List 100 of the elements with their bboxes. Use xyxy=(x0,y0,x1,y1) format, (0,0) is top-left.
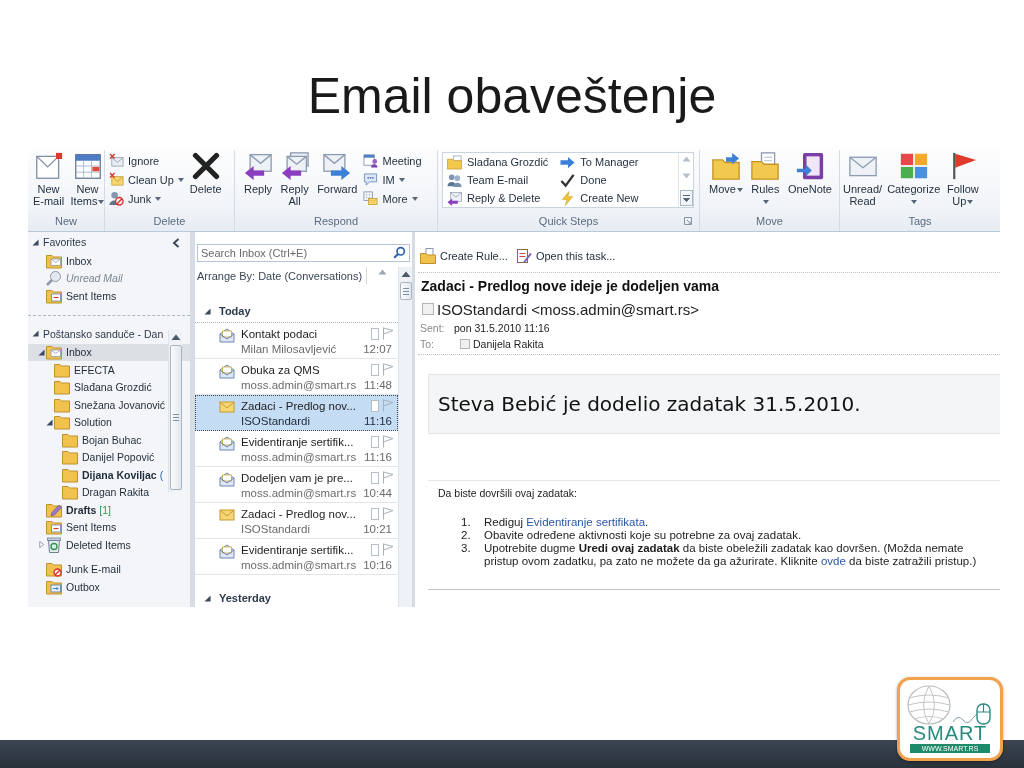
group-header[interactable]: Yesterday xyxy=(195,587,398,607)
new-email-button[interactable]: New E-mail xyxy=(29,150,68,208)
folder-envelope-icon xyxy=(46,252,62,269)
junk-button[interactable]: Junk xyxy=(106,189,187,208)
expand-gallery-icon[interactable] xyxy=(679,190,693,206)
flag-icon[interactable] xyxy=(382,435,394,448)
person-block-icon xyxy=(109,191,124,206)
folder-item[interactable]: Sent Items xyxy=(28,518,190,536)
expand-arrow-icon[interactable] xyxy=(204,307,211,315)
category-box-icon[interactable] xyxy=(371,507,379,520)
move-button[interactable]: Move xyxy=(707,150,745,208)
message-item[interactable]: Evidentiranje sertifik... moss.admin@smart.rs 10:16 xyxy=(195,539,398,575)
section-header[interactable]: Favorites xyxy=(28,232,190,252)
meeting-button[interactable]: Meeting xyxy=(360,151,425,170)
categorize-button[interactable]: Categorize xyxy=(885,150,943,208)
expand-arrow-icon[interactable] xyxy=(204,594,211,602)
quick-step-button[interactable]: Create New xyxy=(558,189,641,207)
message-item[interactable]: Dodeljen vam je pre... moss.admin@smart.rs 10:44 xyxy=(195,467,398,503)
quick-step-button[interactable]: Slađana Grozdić xyxy=(445,153,551,171)
message-subject: Obuka za QMS xyxy=(241,363,321,376)
folder-item[interactable]: Unread Mail xyxy=(28,269,190,287)
forward-button[interactable]: Forward xyxy=(315,150,360,208)
flag-icon[interactable] xyxy=(382,543,394,556)
scrollbar[interactable] xyxy=(168,330,182,492)
scroll-thumb[interactable] xyxy=(169,345,182,490)
folder-icon xyxy=(62,484,78,501)
open-task-button[interactable]: Open this task... xyxy=(515,248,616,264)
folder-item[interactable]: Slađana Grozdić xyxy=(28,378,190,396)
folder-item[interactable]: Danijel Popović xyxy=(28,448,190,466)
folder-item[interactable]: Solution xyxy=(28,413,190,431)
unread-read-button[interactable]: Unread/ Read xyxy=(841,150,885,208)
mouse-icon xyxy=(952,702,992,726)
dialog-launcher-icon[interactable] xyxy=(684,217,692,225)
follow-up-button[interactable]: Follow Up xyxy=(943,150,983,208)
envelope-x-icon xyxy=(109,172,124,187)
task-link[interactable]: ovde xyxy=(820,555,846,567)
status-square-icon xyxy=(460,339,470,349)
search-icon[interactable] xyxy=(393,246,406,259)
quick-step-button[interactable]: Team E-mail xyxy=(445,171,551,189)
message-time: 10:16 xyxy=(363,558,393,571)
category-box-icon[interactable] xyxy=(371,471,379,484)
clean-up-button[interactable]: Clean Up xyxy=(106,170,187,189)
folder-item[interactable]: Deleted Items xyxy=(28,536,190,554)
section-header[interactable]: Poštansko sanduče - Dan xyxy=(28,323,190,344)
quick-step-button[interactable]: Reply & Delete xyxy=(445,189,551,207)
collapse-chevron-icon[interactable] xyxy=(172,238,180,248)
category-box-icon[interactable] xyxy=(371,327,379,340)
quick-step-button[interactable]: Done xyxy=(558,171,641,189)
folder-item[interactable]: Sent Items xyxy=(28,287,190,305)
folder-item[interactable]: Inbox xyxy=(28,252,190,270)
flag-icon[interactable] xyxy=(382,363,394,376)
more-button[interactable]: More xyxy=(360,189,425,208)
message-time: 11:16 xyxy=(364,414,393,427)
envelope-icon xyxy=(219,507,235,523)
expand-arrow-icon[interactable] xyxy=(32,330,39,337)
sort-arrow-icon[interactable] xyxy=(378,269,388,275)
create-rule-button[interactable]: Create Rule... xyxy=(420,248,508,264)
flag-icon[interactable] xyxy=(382,471,394,484)
reply-all-button[interactable]: Reply All xyxy=(275,150,315,208)
message-item[interactable]: Evidentiranje sertifik... moss.admin@smart.rs 11:16 xyxy=(195,431,398,467)
category-box-icon[interactable] xyxy=(371,435,379,448)
expand-arrow-icon[interactable] xyxy=(38,348,45,356)
onenote-button[interactable]: OneNote xyxy=(785,150,834,208)
ignore-button[interactable]: Ignore xyxy=(106,151,187,170)
message-sender: moss.admin@smart.rs xyxy=(241,486,358,499)
expand-arrow-icon[interactable] xyxy=(46,418,53,426)
scroll-down-arrow-icon[interactable] xyxy=(681,173,691,179)
folder-item[interactable]: Junk E-mail xyxy=(28,560,190,578)
scroll-thumb[interactable] xyxy=(399,282,412,300)
new-items-button[interactable]: New Items xyxy=(68,150,107,208)
category-box-icon[interactable] xyxy=(371,399,379,412)
folder-item[interactable]: Outbox xyxy=(28,578,190,596)
flag-icon[interactable] xyxy=(382,507,394,520)
folder-item[interactable]: Dijana Koviljac ( xyxy=(28,466,190,484)
flag-icon[interactable] xyxy=(382,399,394,412)
rules-button[interactable]: Rules xyxy=(745,150,785,208)
delete-button[interactable]: Delete xyxy=(187,150,224,208)
category-box-icon[interactable] xyxy=(371,543,379,556)
category-box-icon[interactable] xyxy=(371,363,379,376)
folder-item[interactable]: Inbox xyxy=(28,343,190,361)
message-item[interactable]: Zadaci - Predlog nov... ISOStandardi 11:16 xyxy=(195,395,398,431)
im-button[interactable]: IM xyxy=(360,170,425,189)
expand-arrow-icon[interactable] xyxy=(32,238,39,246)
message-item[interactable]: Zadaci - Predlog nov... ISOStandardi 10:21 xyxy=(195,503,398,539)
quick-step-button[interactable]: To Manager xyxy=(558,153,641,171)
folder-arrow-icon xyxy=(711,152,740,180)
message-item[interactable]: Kontakt podaci Milan Milosavljević 12:07 xyxy=(195,323,398,359)
folder-item[interactable]: Drafts [1] xyxy=(28,501,190,519)
flag-icon[interactable] xyxy=(382,327,394,340)
scrollbar[interactable] xyxy=(398,267,412,607)
recipient-name[interactable]: Danijela Rakita xyxy=(473,338,544,350)
scroll-up-arrow-icon[interactable] xyxy=(169,333,182,341)
scroll-up-arrow-icon[interactable] xyxy=(399,270,412,278)
folder-item[interactable]: Bojan Buhac xyxy=(28,431,190,449)
search-field[interactable]: Search Inbox (Ctrl+E) xyxy=(197,244,410,262)
folder-item[interactable]: EFECTA xyxy=(28,361,190,379)
arrange-by-menu[interactable]: Arrange By: Date (Conversations) xyxy=(195,269,363,282)
folder-item[interactable]: Snežana Jovanović xyxy=(28,396,190,414)
reply-button[interactable]: Reply xyxy=(242,150,275,208)
folder-item[interactable]: Dragan Rakita xyxy=(28,483,190,501)
